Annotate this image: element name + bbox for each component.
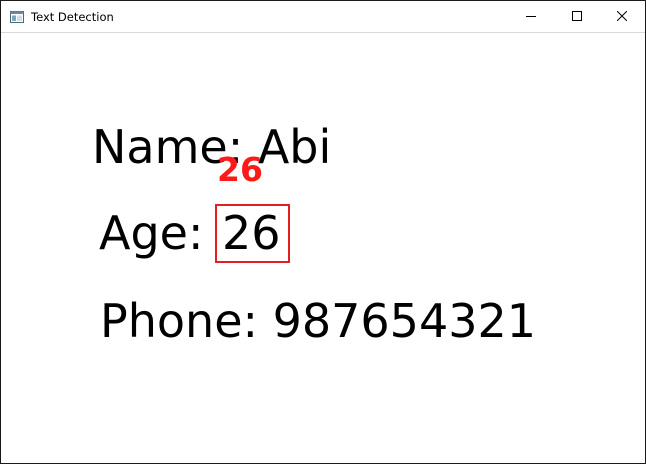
title-bar[interactable]: Text Detection bbox=[1, 1, 645, 33]
detection-label: 26 bbox=[217, 150, 263, 189]
window-title: Text Detection bbox=[31, 10, 114, 24]
app-window: Text Detection Name: Abi Age: 26 Phone: … bbox=[0, 0, 646, 464]
maximize-button[interactable] bbox=[554, 1, 600, 32]
maximize-icon bbox=[572, 11, 582, 21]
minimize-button[interactable] bbox=[508, 1, 554, 32]
close-button[interactable] bbox=[599, 1, 645, 32]
phone-line: Phone: 987654321 bbox=[100, 294, 537, 348]
name-line: Name: Abi bbox=[92, 120, 332, 174]
minimize-icon bbox=[526, 16, 536, 17]
detection-image: Name: Abi Age: 26 Phone: 987654321 26 bbox=[1, 33, 645, 463]
detection-bounding-box bbox=[215, 204, 290, 263]
window-app-icon bbox=[10, 10, 24, 23]
close-icon bbox=[617, 11, 627, 21]
age-label: Age: bbox=[99, 206, 204, 260]
